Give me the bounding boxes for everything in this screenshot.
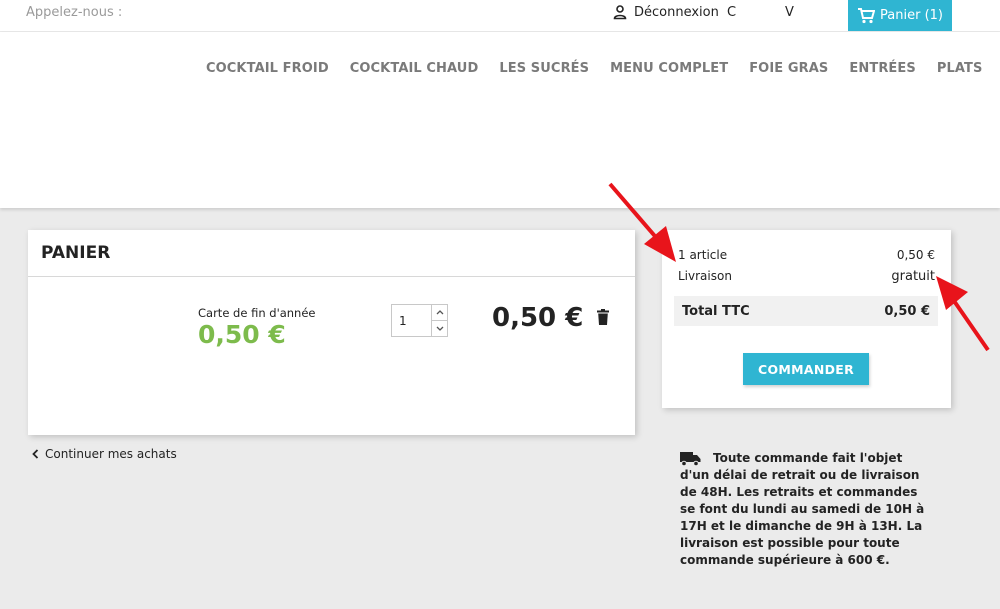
total-label: Total TTC [682,303,750,319]
shipping-label: Livraison [678,269,732,283]
cart-icon [858,7,876,23]
nav-item-menu-complet[interactable]: MENU COMPLET [610,61,728,76]
delivery-notice: Toute commande fait l'objet d'un délai d… [680,451,925,567]
quantity-stepper[interactable]: 1 [391,304,448,337]
nav-item-cocktail-froid[interactable]: COCKTAIL FROID [206,61,329,76]
articles-label: 1 article [678,248,728,262]
chevron-up-icon[interactable] [432,305,447,321]
order-summary-panel: 1 article 0,50 € Livraison gratuit Total… [662,230,951,408]
line-total-price: 0,50 € [492,303,584,333]
product-name[interactable]: Carte de fin d'année [198,306,316,320]
account-link-truncated[interactable]: C [727,5,737,20]
cart-button-label: Panier (1) [880,8,943,23]
header-top-bar: Appelez-nous : Déconnexion C V Panier (1… [0,0,1000,32]
header-main: COCKTAIL FROID COCKTAIL CHAUD LES SUCRÉS… [0,32,1000,208]
nav-item-entrees[interactable]: ENTRÉES [849,61,915,76]
chevron-down-icon[interactable] [432,321,447,336]
summary-shipping-row: Livraison gratuit [678,269,935,284]
summary-articles-row: 1 article 0,50 € [678,248,935,262]
cart-panel: PANIER Carte de fin d'année 0,50 € 1 0,5… [28,230,635,435]
nav-item-foie-gras[interactable]: FOIE GRAS [749,61,828,76]
user-icon [613,5,627,20]
product-unit-price: 0,50 € [198,320,286,349]
nav-item-les-sucres[interactable]: LES SUCRÉS [499,61,589,76]
chevron-left-icon [32,449,39,459]
continue-shopping-label: Continuer mes achats [45,447,177,461]
cart-button[interactable]: Panier (1) [848,0,952,31]
logout-label: Déconnexion [634,4,719,20]
nav-item-cocktail-chaud[interactable]: COCKTAIL CHAUD [350,61,479,76]
checkout-button[interactable]: COMMANDER [743,353,869,385]
phone-label: Appelez-nous : [26,5,123,20]
main-navigation: COCKTAIL FROID COCKTAIL CHAUD LES SUCRÉS… [206,61,982,76]
secondary-link-truncated[interactable]: V [785,5,797,20]
quantity-buttons [431,305,447,336]
logout-link[interactable]: Déconnexion [612,4,719,20]
cart-title: PANIER [28,230,635,277]
shipping-value: gratuit [891,269,935,284]
articles-value: 0,50 € [896,248,935,262]
summary-total-row: Total TTC 0,50 € [674,296,938,326]
quantity-input[interactable]: 1 [399,314,407,328]
nav-item-plats[interactable]: PLATS [937,61,983,76]
trash-icon[interactable] [597,309,609,325]
continue-shopping-link[interactable]: Continuer mes achats [32,447,177,461]
total-value: 0,50 € [884,303,930,319]
